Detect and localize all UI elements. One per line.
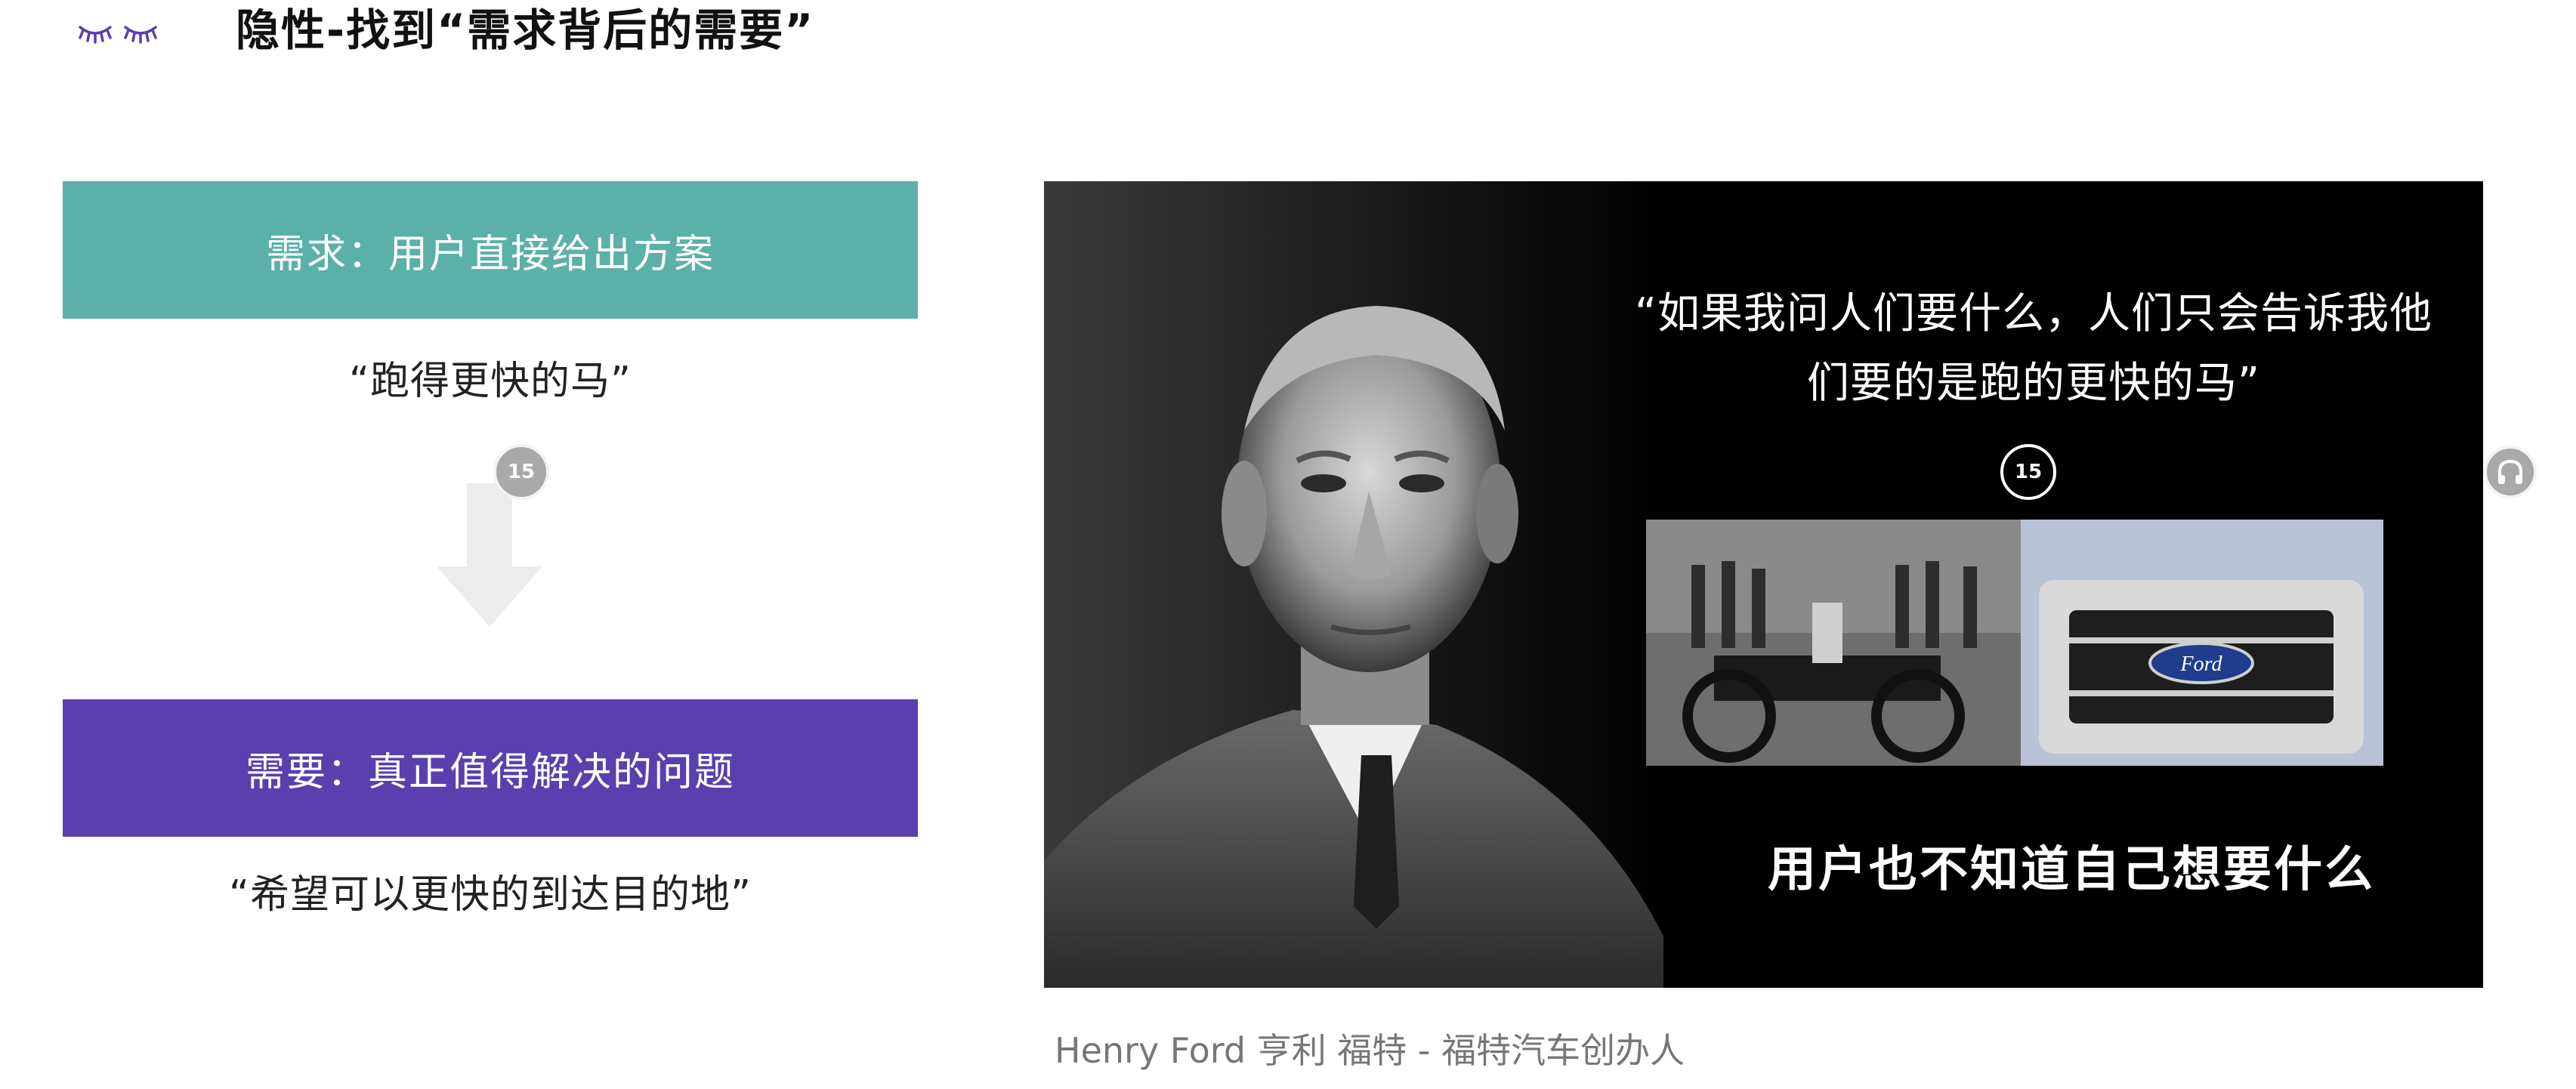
need-example: “希望可以更快的到达目的地” (229, 872, 752, 918)
ford-logo-text: Ford (2180, 652, 2223, 676)
demand-box: 需求：用户直接给出方案 (63, 181, 918, 319)
forward-label: 15 (2014, 461, 2043, 483)
slide-image: “如果我问人们要什么，人们只会告诉我他们要的是跑的更快的马” Ford 用户也不… (1044, 181, 2483, 988)
rewind-label: 15 (507, 461, 536, 483)
car-photos: Ford (1646, 520, 2383, 766)
need-box: 需要：真正值得解决的问题 (63, 699, 918, 837)
demand-box-label: 需求：用户直接给出方案 (265, 231, 715, 277)
page-title: 隐性-找到“需求背后的需要” (236, 5, 815, 56)
image-caption: Henry Ford 亨利 福特 - 福特汽车创办人 (1055, 1030, 1685, 1071)
forward-15-icon[interactable]: 15 (2000, 444, 2056, 500)
down-arrow-icon (437, 483, 542, 627)
ford-quote: “如果我问人们要什么，人们只会告诉我他们要的是跑的更快的马” (1634, 289, 2432, 408)
henry-ford-portrait (1044, 181, 1663, 988)
slide-tagline: 用户也不知道自己想要什么 (1768, 842, 2375, 898)
headphones-icon[interactable] (2484, 446, 2537, 498)
demand-example: “跑得更快的马” (349, 359, 632, 404)
headphones-glyph-icon (2498, 459, 2522, 484)
need-box-label: 需要：真正值得解决的问题 (245, 749, 735, 795)
brand-logo-icon (79, 26, 157, 44)
rewind-15-icon[interactable]: 15 (493, 444, 549, 500)
